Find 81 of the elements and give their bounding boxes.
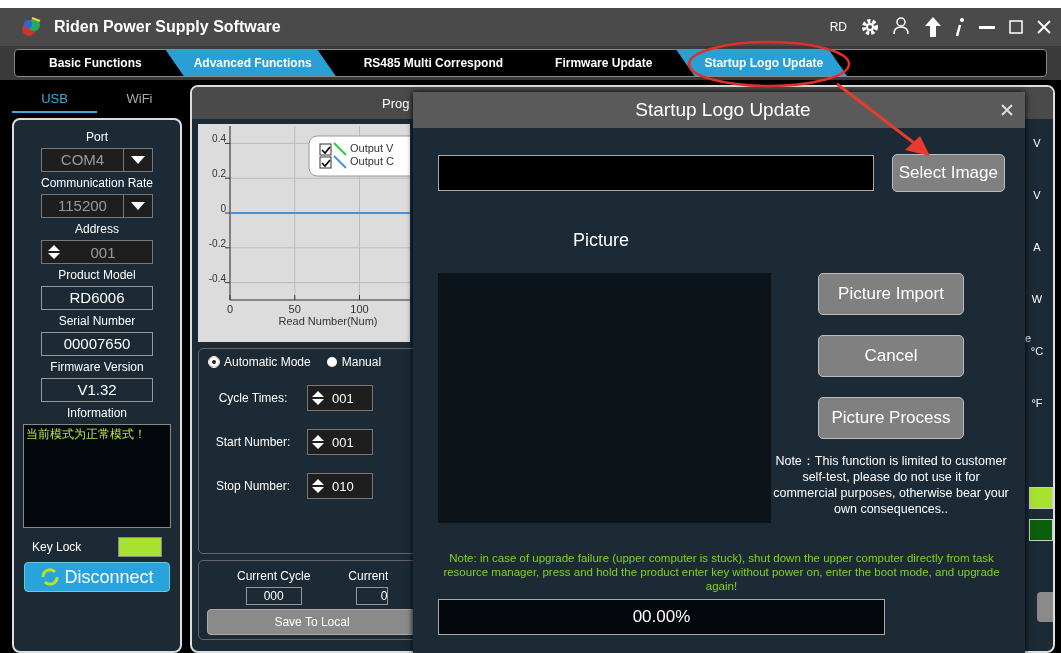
unit-label: °F [1031,397,1043,411]
counter-value: 0 [356,587,389,605]
key-lock-label: Key Lock [32,539,82,556]
value-field: 00007650 [41,332,153,356]
field-label: Information [67,405,127,422]
legend-checkbox[interactable] [319,156,332,169]
tab[interactable]: Basic Functions [21,50,166,76]
spinner-field[interactable]: 001 [307,385,373,411]
legend-label: Output V [350,142,394,154]
app-logo-icon [20,16,42,38]
window-title: Riden Power Supply Software [54,18,282,36]
tab[interactable]: Firmware Update [527,50,677,76]
dropdown[interactable]: 115200 [41,194,153,218]
field-label: Communication Rate [40,175,154,192]
dropdown[interactable]: COM4 [41,148,153,172]
counter-value: 000 [245,587,302,605]
warning-text: Note: in case of upgrade failure (upper computer is stuck), shut down the upper computer directly from task resource manager, press and hold the product enter key without power on, enter the boot mode, and upgrade again! [442,551,1001,593]
legend-checkbox[interactable] [319,143,332,156]
up-down-icon [312,391,324,405]
tick-label: -0.4 [208,272,226,284]
close-icon[interactable] [1001,104,1013,116]
legend-swatch [333,142,347,156]
tick-label: 0.2 [212,168,226,180]
maximize-icon[interactable] [1009,20,1023,34]
unit-label: A [1033,241,1041,255]
counter-label: Current [348,568,389,585]
dialog-title: Startup Logo Update [634,99,812,121]
field-label: Firmware Version [50,359,144,376]
tab[interactable]: RS485 Multi Correspond [335,50,528,76]
field-label: Product Model [58,267,136,284]
counter-label: Current Cycle [237,568,311,585]
mode-radio[interactable]: Manual [326,355,382,369]
connection-tab[interactable]: WiFi [97,85,182,113]
panel-title: Prog [382,95,410,111]
refresh-icon [40,567,61,587]
field-label: Address [75,221,119,238]
axis-title: Read Number(Num) [278,315,378,327]
spinner-field[interactable]: 001 [307,429,373,455]
unit-label: V [1033,137,1041,151]
value-field: RD6006 [41,286,153,310]
user-icon[interactable] [893,17,911,37]
up-down-icon [48,245,60,259]
picture-label: Picture [573,230,631,251]
info-icon[interactable] [955,17,965,37]
setting-label: Start Number: [214,434,292,451]
tick-label: 0.4 [212,133,226,145]
progress-field: 00.00% [438,599,885,635]
setting-label: Stop Number: [214,478,291,495]
file-path-field[interactable] [438,155,874,191]
tick-label: 50 [288,303,301,315]
legend-label: Output C [350,155,395,167]
upload-icon[interactable] [925,17,941,37]
tick-label: 0 [226,303,234,315]
mode-radio[interactable]: Automatic Mode [209,355,311,369]
tick-label: -0.2 [208,237,226,249]
field-label: Serial Number [58,313,136,330]
note-text: Note：This function is limited to customer self-test, please do not use it for commercial purposes, otherwise bear your own consequences.. [772,453,1010,517]
legend-swatch [333,155,347,169]
select-image-button[interactable]: Select Image [891,154,1005,192]
spinner-field[interactable]: 010 [307,473,373,499]
spinner-field[interactable]: 001 [41,240,153,264]
label-fragment: e [1024,332,1031,344]
setting-label: Cycle Times: [217,390,289,407]
dialog-button[interactable]: Picture Import [818,273,964,315]
dialog-button[interactable]: Picture Process [818,397,964,439]
dialog-button[interactable]: Cancel [818,335,964,377]
connection-tab[interactable]: USB [12,85,97,113]
settings-icon[interactable] [861,18,879,36]
value-field: V1.32 [41,378,153,402]
info-log: 当前模式为正常模式！ [23,424,171,528]
unit-label: W [1031,293,1043,307]
unit-label: °C [1030,345,1044,359]
up-down-icon [312,479,324,493]
tick-label: 100 [350,303,369,315]
unit-label: V [1033,189,1041,203]
caret-icon [131,202,145,210]
field-label: Port [86,129,108,146]
tick-label: 0 [220,203,226,214]
device-label[interactable]: RD [829,20,847,34]
caret-icon [131,156,145,164]
up-down-icon [312,435,324,449]
